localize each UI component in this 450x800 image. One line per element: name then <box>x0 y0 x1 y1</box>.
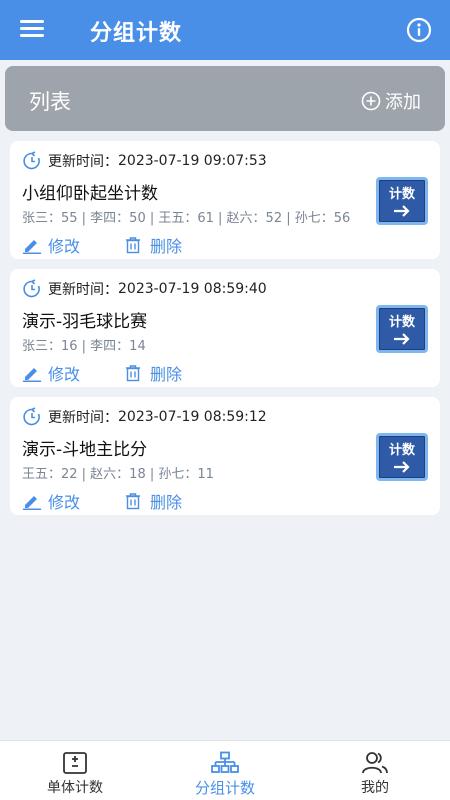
counter-icon <box>63 752 87 774</box>
delete-button[interactable]: 删除 <box>124 489 182 513</box>
edit-button[interactable]: 修改 <box>22 233 80 257</box>
count-button[interactable]: 计数 <box>376 433 428 481</box>
arrow-right-icon <box>394 461 410 473</box>
clock-refresh-icon <box>23 407 40 426</box>
update-time: 更新时间： 2023-07-19 08:59:12 <box>22 407 267 427</box>
nav-label: 分组计数 <box>194 779 255 797</box>
list-title: 列表 <box>29 90 71 114</box>
group-card[interactable]: 更新时间： 2023-07-19 09:07:53 小组仰卧起坐计数 张三：55… <box>10 141 440 259</box>
edit-label: 修改 <box>48 237 81 256</box>
count-button[interactable]: 计数 <box>376 305 428 353</box>
update-time: 更新时间： 2023-07-19 09:07:53 <box>22 151 267 171</box>
page-title: 分组计数 <box>90 21 183 46</box>
menu-button[interactable] <box>20 16 48 44</box>
pencil-icon <box>23 368 41 382</box>
trash-icon <box>126 493 140 510</box>
trash-icon <box>126 237 140 254</box>
nav-single-count[interactable]: 单体计数 <box>0 741 150 800</box>
nav-mine[interactable]: 我的 <box>300 741 450 800</box>
group-scores: 王五：22 | 赵六：18 | 孙七：11 <box>22 467 214 482</box>
pencil-icon <box>23 496 41 510</box>
update-time: 更新时间： 2023-07-19 08:59:40 <box>22 279 267 299</box>
menu-icon-line <box>20 34 44 37</box>
list-header: 列表 添加 <box>5 66 445 131</box>
delete-label: 删除 <box>150 365 183 384</box>
update-time-label: 更新时间： <box>48 410 118 426</box>
nav-group-count[interactable]: 分组计数 <box>150 741 300 800</box>
nav-label: 我的 <box>361 780 389 796</box>
edit-label: 修改 <box>48 493 81 512</box>
group-scores: 张三：55 | 李四：50 | 王五：61 | 赵六：52 | 孙七：56 <box>22 211 351 226</box>
trash-icon <box>126 365 140 382</box>
update-time-label: 更新时间： <box>48 282 118 298</box>
app-bar: 分组计数 <box>0 0 450 60</box>
group-card[interactable]: 更新时间： 2023-07-19 08:59:12 演示-斗地主比分 王五：22… <box>10 397 440 515</box>
edit-button[interactable]: 修改 <box>22 361 80 385</box>
pencil-icon <box>23 240 41 254</box>
arrow-right-icon <box>394 333 410 345</box>
count-label: 计数 <box>388 443 415 458</box>
group-name: 演示-斗地主比分 <box>22 440 148 460</box>
add-label: 添加 <box>385 92 421 113</box>
update-time-label: 更新时间： <box>48 154 118 170</box>
group-scores: 张三：16 | 李四：14 <box>22 339 146 354</box>
count-button[interactable]: 计数 <box>376 177 428 225</box>
nav-label: 单体计数 <box>47 780 103 796</box>
delete-label: 删除 <box>150 237 183 256</box>
update-time-value: 2023-07-19 08:59:40 <box>118 281 267 297</box>
menu-icon-line <box>20 20 44 23</box>
add-button[interactable]: 添加 <box>361 88 421 114</box>
edit-button[interactable]: 修改 <box>22 489 80 513</box>
count-label: 计数 <box>388 315 415 330</box>
edit-label: 修改 <box>48 365 81 384</box>
delete-label: 删除 <box>150 493 183 512</box>
bottom-nav: 单体计数 分组计数 我的 <box>0 740 450 800</box>
delete-button[interactable]: 删除 <box>124 233 182 257</box>
clock-refresh-icon <box>23 279 40 298</box>
info-icon[interactable] <box>406 17 432 43</box>
clock-refresh-icon <box>23 151 40 170</box>
group-name: 演示-羽毛球比赛 <box>22 312 148 332</box>
menu-icon-line <box>20 27 44 30</box>
users-icon <box>362 752 388 774</box>
update-time-value: 2023-07-19 09:07:53 <box>118 153 267 169</box>
group-card[interactable]: 更新时间： 2023-07-19 08:59:40 演示-羽毛球比赛 张三：16… <box>10 269 440 387</box>
count-label: 计数 <box>388 187 415 202</box>
delete-button[interactable]: 删除 <box>124 361 182 385</box>
group-name: 小组仰卧起坐计数 <box>22 184 158 204</box>
arrow-right-icon <box>394 205 410 217</box>
group-tree-icon <box>211 751 239 773</box>
plus-circle-icon <box>361 91 381 111</box>
update-time-value: 2023-07-19 08:59:12 <box>118 409 267 425</box>
